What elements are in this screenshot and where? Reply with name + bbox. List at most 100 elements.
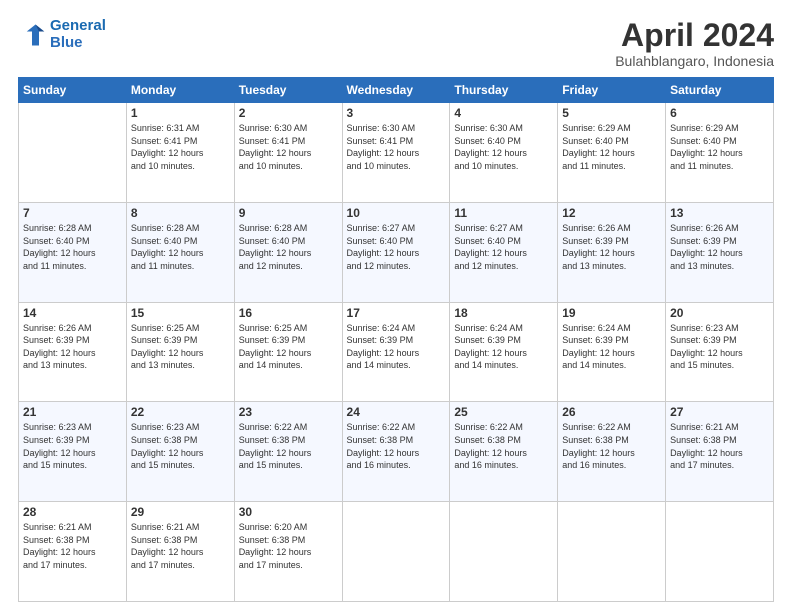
day-number: 28: [23, 505, 122, 519]
day-info: Sunrise: 6:23 AM Sunset: 6:39 PM Dayligh…: [23, 421, 122, 471]
page: General Blue April 2024 Bulahblangaro, I…: [0, 0, 792, 612]
day-number: 26: [562, 405, 661, 419]
day-info: Sunrise: 6:21 AM Sunset: 6:38 PM Dayligh…: [131, 521, 230, 571]
table-row: 2 Sunrise: 6:30 AM Sunset: 6:41 PM Daylig…: [234, 103, 342, 203]
location: Bulahblangaro, Indonesia: [615, 53, 774, 69]
day-number: 23: [239, 405, 338, 419]
day-number: 14: [23, 306, 122, 320]
table-row: 22Sunrise: 6:23 AM Sunset: 6:38 PM Dayli…: [126, 402, 234, 502]
day-info: Sunrise: 6:28 AM Sunset: 6:40 PM Dayligh…: [23, 222, 122, 272]
calendar-week-2: 7 Sunrise: 6:28 AM Sunset: 6:40 PM Daylig…: [19, 202, 774, 302]
title-block: April 2024 Bulahblangaro, Indonesia: [615, 18, 774, 69]
table-row: 29Sunrise: 6:21 AM Sunset: 6:38 PM Dayli…: [126, 502, 234, 602]
day-info: Sunrise: 6:22 AM Sunset: 6:38 PM Dayligh…: [454, 421, 553, 471]
calendar-week-4: 21Sunrise: 6:23 AM Sunset: 6:39 PM Dayli…: [19, 402, 774, 502]
day-number: 3: [347, 106, 446, 120]
day-info: Sunrise: 6:21 AM Sunset: 6:38 PM Dayligh…: [670, 421, 769, 471]
day-number: 1: [131, 106, 230, 120]
day-info: Sunrise: 6:26 AM Sunset: 6:39 PM Dayligh…: [670, 222, 769, 272]
table-row: 1 Sunrise: 6:31 AM Sunset: 6:41 PM Daylig…: [126, 103, 234, 203]
logo-icon: [18, 21, 46, 49]
table-row: 3 Sunrise: 6:30 AM Sunset: 6:41 PM Daylig…: [342, 103, 450, 203]
col-wednesday: Wednesday: [342, 78, 450, 103]
day-info: Sunrise: 6:30 AM Sunset: 6:41 PM Dayligh…: [347, 122, 446, 172]
table-row: 11Sunrise: 6:27 AM Sunset: 6:40 PM Dayli…: [450, 202, 558, 302]
day-info: Sunrise: 6:26 AM Sunset: 6:39 PM Dayligh…: [23, 322, 122, 372]
day-number: 5: [562, 106, 661, 120]
day-number: 10: [347, 206, 446, 220]
day-info: Sunrise: 6:22 AM Sunset: 6:38 PM Dayligh…: [347, 421, 446, 471]
table-row: 4 Sunrise: 6:30 AM Sunset: 6:40 PM Daylig…: [450, 103, 558, 203]
table-row: 27Sunrise: 6:21 AM Sunset: 6:38 PM Dayli…: [666, 402, 774, 502]
day-info: Sunrise: 6:29 AM Sunset: 6:40 PM Dayligh…: [562, 122, 661, 172]
calendar-week-3: 14 Sunrise: 6:26 AM Sunset: 6:39 PM Dayli…: [19, 302, 774, 402]
table-row: 7 Sunrise: 6:28 AM Sunset: 6:40 PM Daylig…: [19, 202, 127, 302]
table-row: 20Sunrise: 6:23 AM Sunset: 6:39 PM Dayli…: [666, 302, 774, 402]
table-row: 21Sunrise: 6:23 AM Sunset: 6:39 PM Dayli…: [19, 402, 127, 502]
day-info: Sunrise: 6:22 AM Sunset: 6:38 PM Dayligh…: [239, 421, 338, 471]
table-row: 15Sunrise: 6:25 AM Sunset: 6:39 PM Dayli…: [126, 302, 234, 402]
col-sunday: Sunday: [19, 78, 127, 103]
header: General Blue April 2024 Bulahblangaro, I…: [18, 18, 774, 69]
table-row: 6Sunrise: 6:29 AM Sunset: 6:40 PM Daylig…: [666, 103, 774, 203]
table-row: 24Sunrise: 6:22 AM Sunset: 6:38 PM Dayli…: [342, 402, 450, 502]
day-info: Sunrise: 6:31 AM Sunset: 6:41 PM Dayligh…: [131, 122, 230, 172]
day-number: 16: [239, 306, 338, 320]
table-row: 30 Sunrise: 6:20 AM Sunset: 6:38 PM Dayli…: [234, 502, 342, 602]
day-info: Sunrise: 6:28 AM Sunset: 6:40 PM Dayligh…: [131, 222, 230, 272]
table-row: 18 Sunrise: 6:24 AM Sunset: 6:39 PM Dayli…: [450, 302, 558, 402]
day-number: 8: [131, 206, 230, 220]
calendar-week-1: 1 Sunrise: 6:31 AM Sunset: 6:41 PM Daylig…: [19, 103, 774, 203]
day-info: Sunrise: 6:26 AM Sunset: 6:39 PM Dayligh…: [562, 222, 661, 272]
day-info: Sunrise: 6:27 AM Sunset: 6:40 PM Dayligh…: [454, 222, 553, 272]
day-info: Sunrise: 6:25 AM Sunset: 6:39 PM Dayligh…: [239, 322, 338, 372]
day-number: 30: [239, 505, 338, 519]
day-number: 4: [454, 106, 553, 120]
table-row: 25Sunrise: 6:22 AM Sunset: 6:38 PM Dayli…: [450, 402, 558, 502]
day-number: 19: [562, 306, 661, 320]
table-row: 23 Sunrise: 6:22 AM Sunset: 6:38 PM Dayli…: [234, 402, 342, 502]
col-saturday: Saturday: [666, 78, 774, 103]
day-number: 2: [239, 106, 338, 120]
table-row: 13 Sunrise: 6:26 AM Sunset: 6:39 PM Dayli…: [666, 202, 774, 302]
day-info: Sunrise: 6:24 AM Sunset: 6:39 PM Dayligh…: [347, 322, 446, 372]
day-info: Sunrise: 6:28 AM Sunset: 6:40 PM Dayligh…: [239, 222, 338, 272]
table-row: 28Sunrise: 6:21 AM Sunset: 6:38 PM Dayli…: [19, 502, 127, 602]
logo-text: General Blue: [50, 18, 106, 51]
col-friday: Friday: [558, 78, 666, 103]
month-year: April 2024: [615, 18, 774, 53]
day-info: Sunrise: 6:24 AM Sunset: 6:39 PM Dayligh…: [454, 322, 553, 372]
table-row: [450, 502, 558, 602]
col-tuesday: Tuesday: [234, 78, 342, 103]
table-row: [19, 103, 127, 203]
table-row: 17 Sunrise: 6:24 AM Sunset: 6:39 PM Dayli…: [342, 302, 450, 402]
day-number: 18: [454, 306, 553, 320]
logo: General Blue: [18, 18, 106, 51]
calendar-table: Sunday Monday Tuesday Wednesday Thursday…: [18, 77, 774, 602]
day-info: Sunrise: 6:25 AM Sunset: 6:39 PM Dayligh…: [131, 322, 230, 372]
table-row: 10 Sunrise: 6:27 AM Sunset: 6:40 PM Dayli…: [342, 202, 450, 302]
table-row: [558, 502, 666, 602]
day-info: Sunrise: 6:30 AM Sunset: 6:40 PM Dayligh…: [454, 122, 553, 172]
day-number: 7: [23, 206, 122, 220]
day-info: Sunrise: 6:20 AM Sunset: 6:38 PM Dayligh…: [239, 521, 338, 571]
calendar-week-5: 28 Sunrise: 6:21 AM Sunset: 6:38 PM Dayli…: [19, 502, 774, 602]
day-number: 17: [347, 306, 446, 320]
table-row: 16 Sunrise: 6:25 AM Sunset: 6:39 PM Dayli…: [234, 302, 342, 402]
day-info: Sunrise: 6:30 AM Sunset: 6:41 PM Dayligh…: [239, 122, 338, 172]
table-row: 19 Sunrise: 6:24 AM Sunset: 6:39 PM Dayli…: [558, 302, 666, 402]
day-info: Sunrise: 6:22 AM Sunset: 6:38 PM Dayligh…: [562, 421, 661, 471]
table-row: 14 Sunrise: 6:26 AM Sunset: 6:39 PM Dayli…: [19, 302, 127, 402]
day-info: Sunrise: 6:24 AM Sunset: 6:39 PM Dayligh…: [562, 322, 661, 372]
col-thursday: Thursday: [450, 78, 558, 103]
day-info: Sunrise: 6:27 AM Sunset: 6:40 PM Dayligh…: [347, 222, 446, 272]
table-row: 9 Sunrise: 6:28 AM Sunset: 6:40 PM Daylig…: [234, 202, 342, 302]
table-row: 5 Sunrise: 6:29 AM Sunset: 6:40 PM Daylig…: [558, 103, 666, 203]
table-row: 26 Sunrise: 6:22 AM Sunset: 6:38 PM Dayli…: [558, 402, 666, 502]
table-row: [666, 502, 774, 602]
day-number: 22: [131, 405, 230, 419]
table-row: 12Sunrise: 6:26 AM Sunset: 6:39 PM Dayli…: [558, 202, 666, 302]
day-number: 9: [239, 206, 338, 220]
day-number: 20: [670, 306, 769, 320]
day-number: 13: [670, 206, 769, 220]
